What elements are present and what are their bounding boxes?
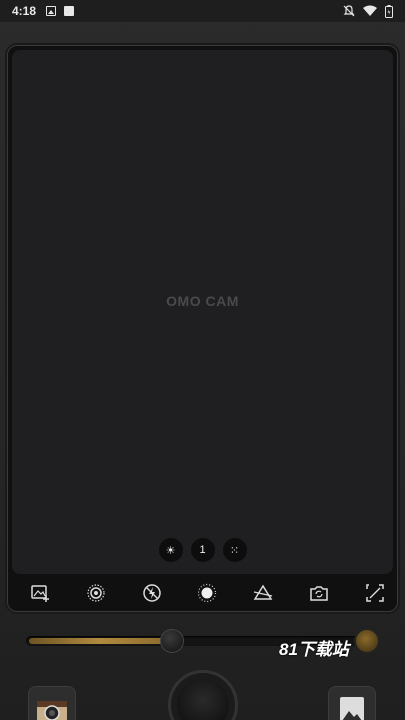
wifi-icon bbox=[363, 5, 377, 16]
watermark-text: 81下载站 bbox=[279, 640, 349, 659]
grid-button[interactable]: ⁙ bbox=[222, 538, 247, 562]
brightness-button[interactable]: ☀ bbox=[158, 538, 183, 562]
crop-expand-icon[interactable] bbox=[365, 583, 385, 603]
battery-icon bbox=[385, 4, 393, 18]
shutter-button[interactable] bbox=[168, 670, 238, 720]
flash-off-icon[interactable] bbox=[142, 583, 162, 603]
status-right-icons bbox=[343, 4, 393, 18]
a-notification-icon bbox=[64, 6, 75, 16]
slider-fill bbox=[29, 638, 169, 644]
prism-icon[interactable] bbox=[253, 583, 273, 603]
status-bar: 4:18 bbox=[0, 0, 405, 22]
lens-filter-icon[interactable] bbox=[86, 583, 106, 603]
camera-style-button[interactable] bbox=[28, 686, 76, 720]
slider-handle[interactable] bbox=[160, 629, 184, 653]
status-time: 4:18 bbox=[12, 4, 37, 18]
viewfinder-controls: ☀ 1 ⁙ bbox=[12, 538, 393, 562]
app-logo: OMO CAM bbox=[166, 293, 239, 309]
add-image-icon[interactable] bbox=[30, 583, 50, 603]
mute-icon bbox=[343, 5, 355, 17]
camera-frame: OMO CAM ☀ 1 ⁙ bbox=[7, 45, 398, 612]
shutter-inner bbox=[177, 679, 229, 720]
camera-screen: 4:18 OMO CAM ☀ 1 ⁙ 81下载站 bbox=[0, 0, 405, 720]
gallery-button[interactable] bbox=[328, 686, 376, 720]
gallery-icon bbox=[340, 697, 364, 720]
viewfinder[interactable]: OMO CAM ☀ 1 ⁙ bbox=[12, 50, 393, 574]
exposure-icon[interactable] bbox=[197, 583, 217, 603]
count-button[interactable]: 1 bbox=[190, 538, 215, 562]
retro-camera-icon bbox=[37, 701, 67, 720]
switch-camera-icon[interactable] bbox=[309, 583, 329, 603]
image-notification-icon bbox=[46, 6, 57, 16]
slider-end-dial[interactable] bbox=[354, 628, 380, 654]
camera-toolbar bbox=[8, 576, 397, 610]
